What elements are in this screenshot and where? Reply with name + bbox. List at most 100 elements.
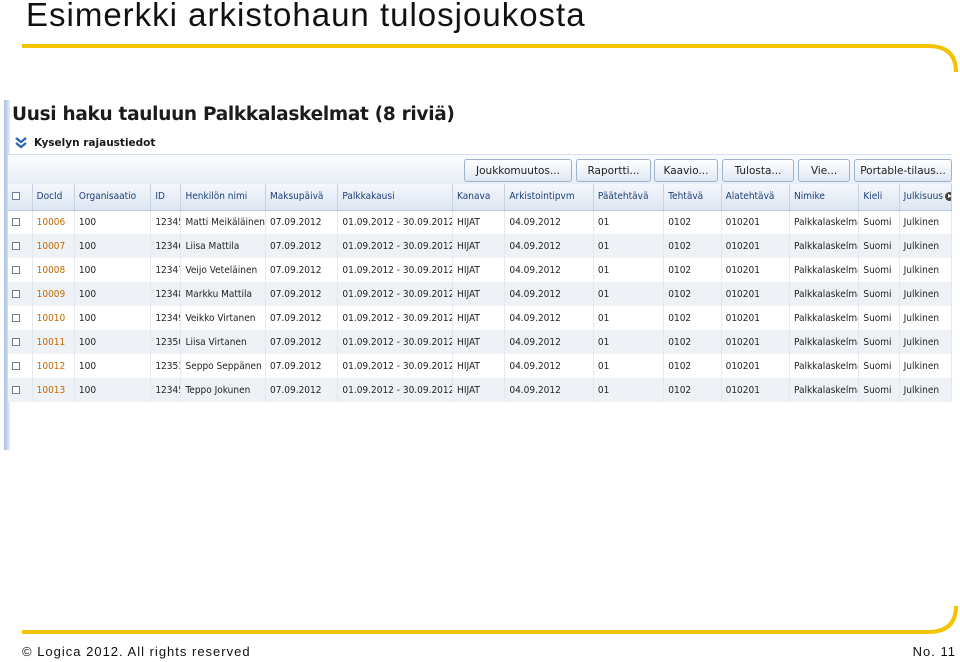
checkbox-icon[interactable] [12, 337, 20, 346]
column-header[interactable]: Päätehtävä [593, 184, 665, 211]
table-row[interactable]: 1001310012345Teppo Jokunen07.09.201201.0… [8, 378, 952, 402]
table-cell: Palkkalaskelma [789, 306, 860, 330]
table-cell: 01.09.2012 - 30.09.2012 [337, 258, 454, 282]
row-select-cell[interactable] [8, 234, 33, 258]
table-cell: Veikko Virtanen [180, 306, 266, 330]
table-cell: 01 [593, 282, 665, 306]
mass-edit-button[interactable]: Joukkomuutos... [464, 159, 572, 182]
checkbox-icon[interactable] [12, 361, 20, 370]
table-cell: 07.09.2012 [265, 354, 339, 378]
docid-link[interactable]: 10007 [32, 234, 75, 258]
checkbox-icon[interactable] [12, 313, 20, 322]
column-header[interactable]: Kieli [858, 184, 900, 211]
print-button[interactable]: Tulosta... [722, 159, 794, 182]
column-header[interactable]: Palkkakausi [337, 184, 454, 211]
row-select-cell[interactable] [8, 210, 33, 234]
table-cell: 010201 [721, 258, 790, 282]
table-cell: 07.09.2012 [265, 210, 339, 234]
row-select-cell[interactable] [8, 378, 33, 402]
table-cell: 12350 [150, 330, 182, 354]
column-header[interactable]: Henkilön nimi [180, 184, 266, 211]
table-cell: Suomi [858, 210, 900, 234]
copyright-footer: © Logica 2012. All rights reserved [22, 644, 251, 659]
table-cell: 12348 [150, 282, 182, 306]
table-cell: HIJAT [452, 378, 506, 402]
table-cell: 07.09.2012 [265, 378, 339, 402]
export-button[interactable]: Vie... [798, 159, 850, 182]
column-header[interactable]: Maksupäivä [265, 184, 339, 211]
row-select-cell[interactable] [8, 330, 33, 354]
table-cell: 100 [74, 282, 152, 306]
table-row[interactable]: 1000710012346Liisa Mattila07.09.201201.0… [8, 234, 952, 258]
select-all-header[interactable] [8, 184, 33, 211]
table-cell: Veijo Veteläinen [180, 258, 266, 282]
table-cell: Matti Meikäläinen [180, 210, 266, 234]
row-select-cell[interactable] [8, 282, 33, 306]
column-header[interactable]: Tehtävä [663, 184, 722, 211]
checkbox-icon[interactable] [12, 217, 20, 226]
table-row[interactable]: 1000810012347Veijo Veteläinen07.09.20120… [8, 258, 952, 282]
table-cell: 01.09.2012 - 30.09.2012 [337, 282, 454, 306]
table-cell: Suomi [858, 330, 900, 354]
table-cell: 01 [593, 354, 665, 378]
table-cell: 07.09.2012 [265, 234, 339, 258]
docid-link[interactable]: 10009 [32, 282, 75, 306]
table-cell: 01 [593, 258, 665, 282]
column-header[interactable]: Kanava [452, 184, 506, 211]
portable-order-button[interactable]: Portable-tilaus... [854, 159, 952, 182]
table-cell: Palkkalaskelma [789, 258, 860, 282]
table-body: 1000610012345Matti Meikäläinen07.09.2012… [8, 210, 952, 402]
table-cell: 04.09.2012 [504, 306, 594, 330]
table-cell: 07.09.2012 [265, 282, 339, 306]
table-cell: 01 [593, 306, 665, 330]
row-select-cell[interactable] [8, 354, 33, 378]
checkbox-icon[interactable] [12, 385, 20, 394]
column-header[interactable]: Arkistointipvm [504, 184, 594, 211]
table-cell: Suomi [858, 234, 900, 258]
table-row[interactable]: 1000610012345Matti Meikäläinen07.09.2012… [8, 210, 952, 234]
docid-link[interactable]: 10008 [32, 258, 75, 282]
docid-link[interactable]: 10010 [32, 306, 75, 330]
column-header[interactable]: DocId [32, 184, 75, 211]
table-cell: 01 [593, 234, 665, 258]
chart-button[interactable]: Kaavio... [654, 159, 718, 182]
row-select-cell[interactable] [8, 258, 33, 282]
docid-link[interactable]: 10013 [32, 378, 75, 402]
scroll-right-icon[interactable] [944, 191, 951, 201]
checkbox-icon[interactable] [12, 192, 20, 201]
table-cell: 010201 [721, 306, 790, 330]
table-row[interactable]: 1001210012351Seppo Seppänen07.09.201201.… [8, 354, 952, 378]
table-cell: Seppo Seppänen [180, 354, 266, 378]
docid-link[interactable]: 10006 [32, 210, 75, 234]
table-row[interactable]: 1001010012349Veikko Virtanen07.09.201201… [8, 306, 952, 330]
table-row[interactable]: 1000910012348Markku Mattila07.09.201201.… [8, 282, 952, 306]
table-cell: 04.09.2012 [504, 354, 594, 378]
table-cell: 01.09.2012 - 30.09.2012 [337, 210, 454, 234]
report-button[interactable]: Raportti... [576, 159, 651, 182]
table-cell: Palkkalaskelma [789, 210, 860, 234]
table-cell: 04.09.2012 [504, 210, 594, 234]
checkbox-icon[interactable] [12, 289, 20, 298]
query-criteria-toggle[interactable]: Kyselyn rajaustiedot [14, 136, 155, 150]
table-header-row: DocId Organisaatio ID Henkilön nimi Maks… [8, 184, 952, 211]
table-cell: HIJAT [452, 234, 506, 258]
page-number: No. 11 [912, 644, 956, 659]
result-heading: Uusi haku tauluun Palkkalaskelmat (8 riv… [12, 104, 455, 125]
column-header[interactable]: Alatehtävä [721, 184, 790, 211]
column-header-last[interactable]: Julkisuus [899, 184, 952, 211]
column-header-label: Julkisuus [903, 191, 943, 203]
column-header[interactable]: Nimike [789, 184, 860, 211]
row-select-cell[interactable] [8, 306, 33, 330]
table-cell: 010201 [721, 234, 790, 258]
checkbox-icon[interactable] [12, 241, 20, 250]
table-cell: Julkinen [899, 306, 952, 330]
checkbox-icon[interactable] [12, 265, 20, 274]
table-cell: 100 [74, 234, 152, 258]
table-row[interactable]: 1001110012350Liisa Virtanen07.09.201201.… [8, 330, 952, 354]
docid-link[interactable]: 10012 [32, 354, 75, 378]
table-cell: Julkinen [899, 354, 952, 378]
column-header[interactable]: ID [150, 184, 182, 211]
docid-link[interactable]: 10011 [32, 330, 75, 354]
table-cell: 04.09.2012 [504, 282, 594, 306]
column-header[interactable]: Organisaatio [74, 184, 152, 211]
